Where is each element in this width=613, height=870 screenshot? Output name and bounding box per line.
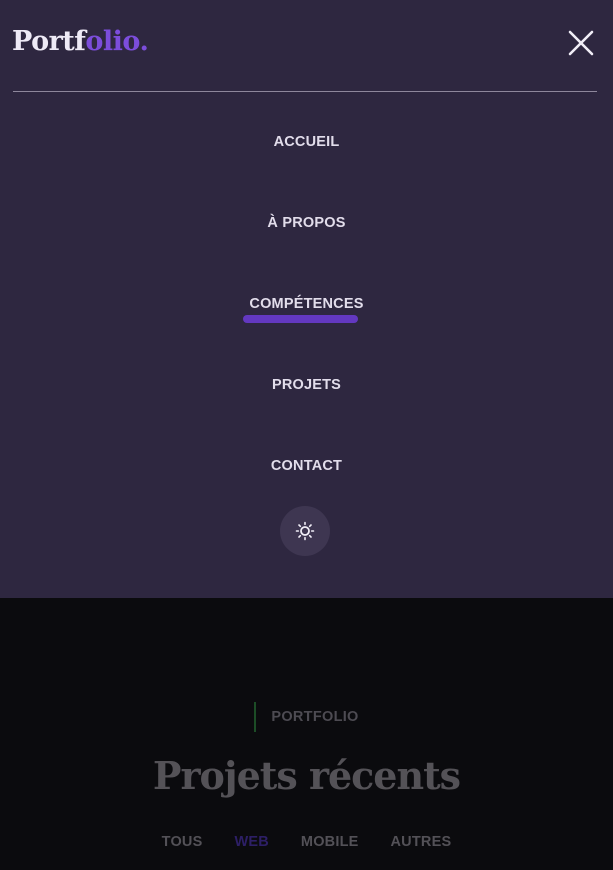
logo-main-text: Portf [12, 26, 86, 57]
project-filter-tabs: TOUS WEB MOBILE AUTRES [0, 832, 613, 852]
eyebrow-label: PORTFOLIO [271, 709, 359, 725]
nav-item-label: COMPÉTENCES [249, 296, 364, 312]
logo-accent-text: olio. [85, 26, 149, 57]
nav-item-contact[interactable]: CONTACT [0, 456, 613, 476]
nav-item-accueil[interactable]: ACCUEIL [0, 132, 613, 152]
close-menu-button[interactable] [566, 28, 596, 58]
filter-tab-web[interactable]: WEB [234, 832, 268, 852]
sun-icon [295, 521, 315, 541]
nav-item-label: CONTACT [270, 458, 343, 474]
filter-tab-mobile[interactable]: MOBILE [301, 832, 359, 852]
nav-item-label: À PROPOS [267, 215, 346, 231]
mobile-menu: Portfolio. ACCUEIL À PROPOS COMPÉTENCES … [0, 0, 613, 598]
nav-item-competences[interactable]: COMPÉTENCES [0, 294, 613, 323]
nav-item-a-propos[interactable]: À PROPOS [0, 213, 613, 233]
close-icon [568, 30, 594, 56]
eyebrow-accent-bar [254, 702, 257, 732]
page: PORTFOLIO Projets récents TOUS WEB MOBIL… [0, 0, 613, 870]
site-logo[interactable]: Portfolio. [12, 24, 149, 60]
theme-toggle-button[interactable] [280, 506, 330, 556]
nav-item-label: PROJETS [271, 377, 342, 393]
section-eyebrow: PORTFOLIO [0, 702, 613, 732]
menu-divider [13, 91, 597, 92]
nav-item-label: ACCUEIL [273, 134, 340, 150]
projects-section: PORTFOLIO Projets récents TOUS WEB MOBIL… [0, 598, 613, 870]
filter-tab-autres[interactable]: AUTRES [391, 832, 452, 852]
filter-tab-tous[interactable]: TOUS [162, 832, 203, 852]
nav-item-projets[interactable]: PROJETS [0, 375, 613, 395]
active-underline [243, 315, 358, 323]
section-title: Projets récents [152, 753, 461, 798]
